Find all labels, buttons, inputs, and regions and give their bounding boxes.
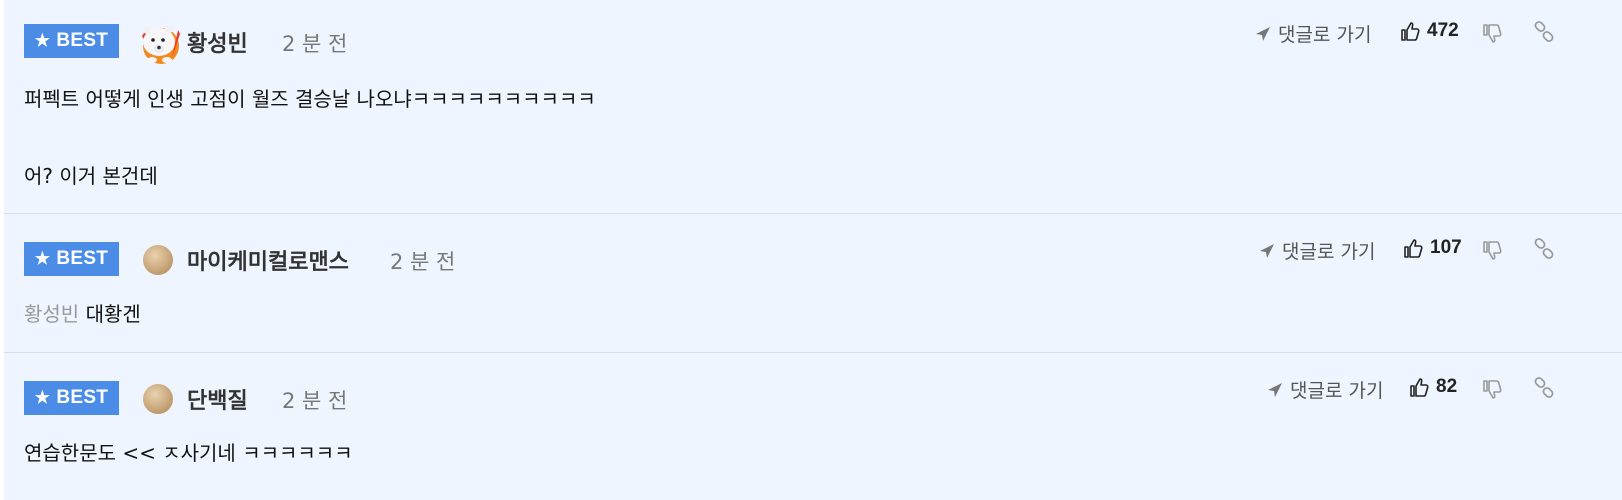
thumbs-down-icon [1483,380,1502,399]
username[interactable]: 황성빈 [187,26,248,58]
comment-text-line: 퍼펙트 어떻게 인생 고점이 월즈 결승날 나오냐ㅋㅋㅋㅋㅋㅋㅋㅋㅋㅋ [24,87,596,111]
reply-to-username[interactable]: 황성빈 [24,302,79,326]
avatar[interactable] [143,384,173,414]
comment-text: 연습한문도 << ㅈ사기네 ㅋㅋㅋㅋㅋㅋ [24,441,353,465]
dislike-button[interactable] [1480,239,1504,263]
thumbs-up-icon [1410,378,1429,397]
link-icon [1534,238,1554,259]
best-badge: ★ BEST [24,24,119,58]
comment-item: ★ BEST 단백질 2 분 전 댓글로 가기 82 연습한문도 << ㅈ사기네… [4,353,1622,500]
comment-item: ★ BEST 황성빈 2 분 전 댓글로 가기 472 퍼펙트 어떻게 인생 고… [4,0,1622,214]
comment-text-line: 어? 이거 본건데 [24,164,158,188]
goto-comment-label: 댓글로 가기 [1278,24,1372,46]
like-count: 472 [1427,20,1459,41]
best-badge: ★ BEST [24,242,119,276]
dislike-button[interactable] [1480,378,1504,402]
comment-text-content: 대황겐 [85,302,141,326]
like-button[interactable]: 472 [1399,20,1459,42]
goto-comment-link[interactable]: 댓글로 가기 [1266,376,1383,403]
goto-comment-label: 댓글로 가기 [1282,241,1376,263]
thumbs-up-icon [1401,22,1420,41]
star-icon: ★ [34,31,51,50]
send-arrow-icon [1260,243,1274,258]
best-badge-label: BEST [56,30,109,51]
like-count: 82 [1436,376,1458,397]
timestamp: 2 분 전 [282,32,348,56]
thumbs-up-icon [1404,239,1423,258]
comment-list: ★ BEST 황성빈 2 분 전 댓글로 가기 472 퍼펙트 어떻게 인생 고… [4,0,1622,500]
send-arrow-icon [1256,26,1270,41]
avatar[interactable] [143,245,173,275]
comment-text: 황성빈 대황겐 [24,298,141,327]
share-link-button[interactable] [1532,20,1556,44]
best-badge-label: BEST [56,248,109,269]
like-button[interactable]: 82 [1408,376,1457,398]
goto-comment-link[interactable]: 댓글로 가기 [1258,237,1375,264]
timestamp: 2 분 전 [282,389,348,413]
thumbs-down-icon [1483,241,1502,260]
thumbs-down-icon [1483,24,1502,43]
share-link-button[interactable] [1532,237,1556,261]
share-link-button[interactable] [1532,376,1556,400]
goto-comment-label: 댓글로 가기 [1290,380,1384,402]
send-arrow-icon [1268,382,1282,397]
username[interactable]: 단백질 [187,383,248,415]
like-button[interactable]: 107 [1402,237,1462,259]
dislike-button[interactable] [1480,22,1504,46]
link-icon [1534,21,1554,42]
goto-comment-link[interactable]: 댓글로 가기 [1254,20,1371,47]
comment-item: ★ BEST 마이케미컬로맨스 2 분 전 댓글로 가기 107 황성빈 대황겐 [4,214,1622,353]
best-badge-label: BEST [56,387,109,408]
polar-bear-avatar-icon[interactable] [134,16,186,68]
star-icon: ★ [34,388,51,407]
timestamp: 2 분 전 [390,250,456,274]
username[interactable]: 마이케미컬로맨스 [187,244,349,276]
best-badge: ★ BEST [24,381,119,415]
star-icon: ★ [34,249,51,268]
like-count: 107 [1430,237,1462,258]
link-icon [1534,377,1554,398]
